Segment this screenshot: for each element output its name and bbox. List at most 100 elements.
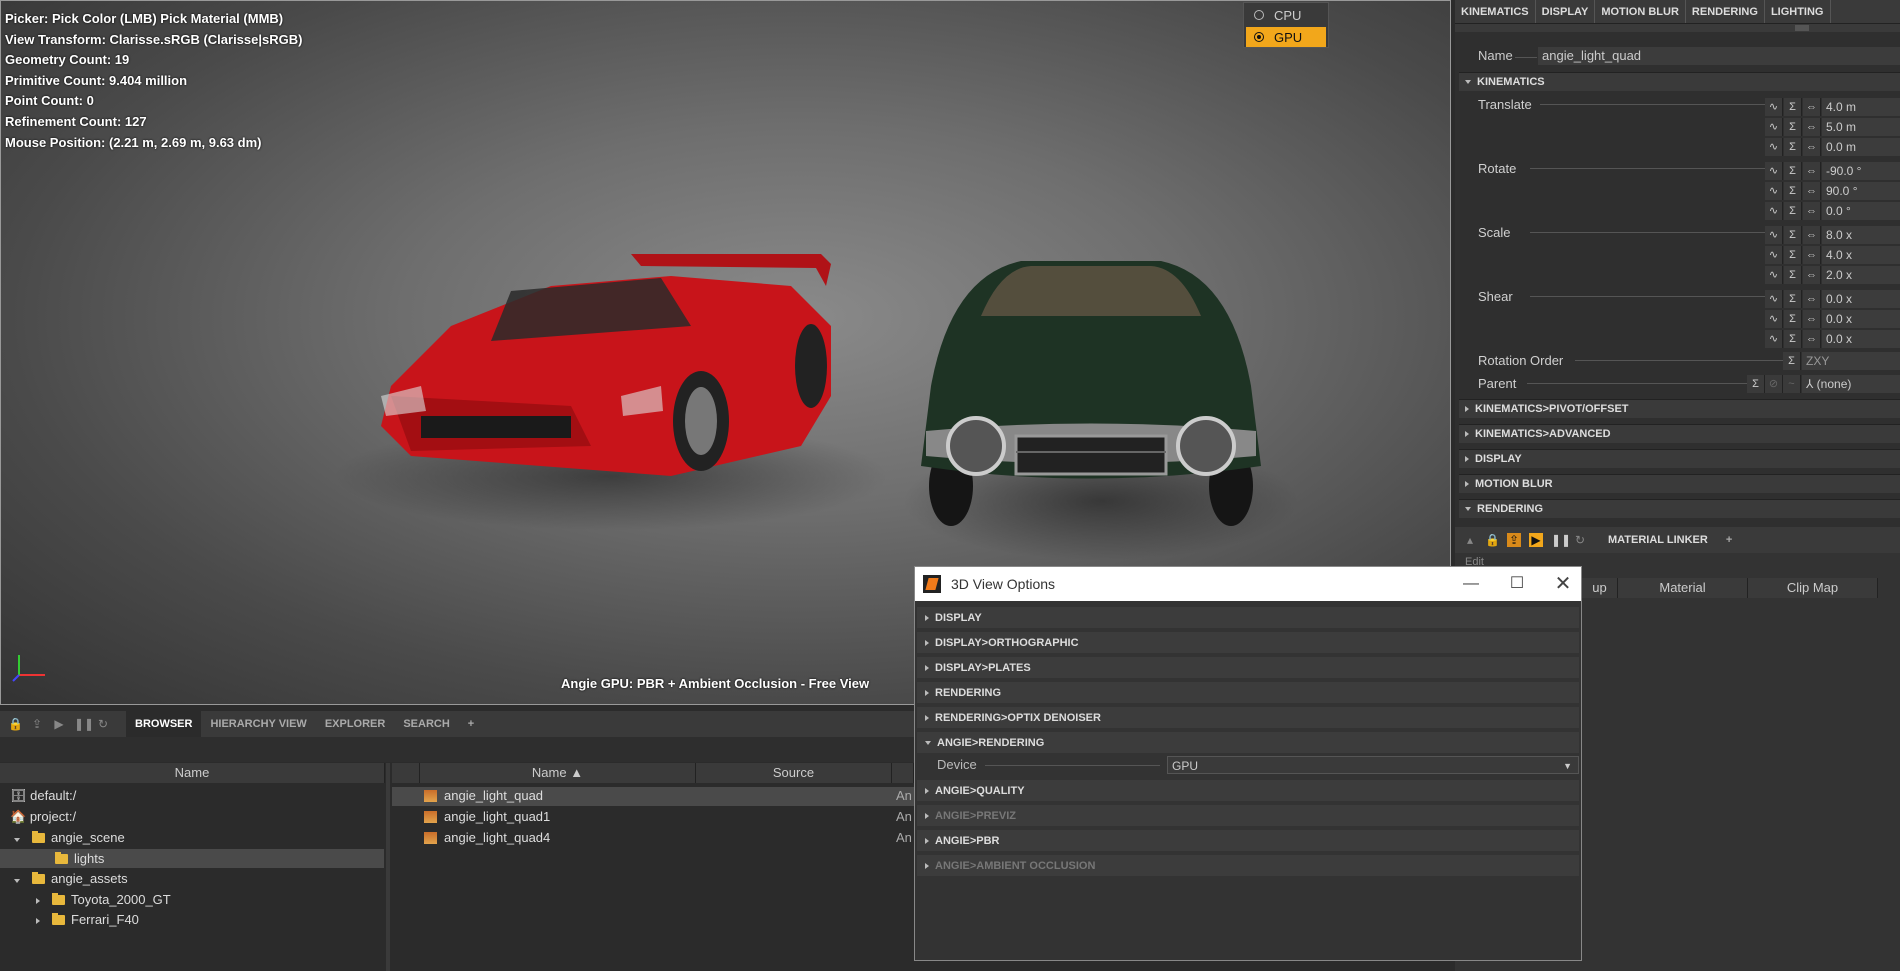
- link-icon[interactable]: ⇔: [1803, 202, 1821, 220]
- sigma-icon[interactable]: Σ: [1784, 246, 1802, 264]
- link-icon[interactable]: ⇔: [1803, 330, 1821, 348]
- refresh-icon[interactable]: ↻: [1573, 533, 1587, 547]
- shear-x-field[interactable]: 0.0 x: [1822, 290, 1900, 308]
- tab-explorer[interactable]: EXPLORER: [316, 711, 395, 737]
- dialog-section[interactable]: ANGIE>PREVIZ: [917, 805, 1579, 826]
- list-column-icon[interactable]: [392, 763, 420, 783]
- curve-icon[interactable]: ∿: [1765, 330, 1783, 348]
- tree-column-name[interactable]: Name: [0, 763, 385, 783]
- sigma-icon[interactable]: Σ: [1784, 330, 1802, 348]
- toyota-2000gt-car[interactable]: [911, 256, 1271, 536]
- section-kinematics-pivot[interactable]: KINEMATICS>PIVOT/OFFSET: [1459, 399, 1900, 418]
- tree-splitter[interactable]: [386, 763, 390, 971]
- column-material[interactable]: Material: [1618, 578, 1748, 598]
- list-column-name[interactable]: Name ▲: [420, 763, 696, 783]
- shear-z-field[interactable]: 0.0 x: [1822, 330, 1900, 348]
- sigma-icon[interactable]: Σ: [1784, 290, 1802, 308]
- dialog-section[interactable]: ANGIE>AMBIENT OCCLUSION: [917, 855, 1579, 876]
- link-icon[interactable]: ⇔: [1803, 266, 1821, 284]
- device-option-gpu[interactable]: GPU: [1246, 27, 1326, 47]
- tree-item-angie-assets[interactable]: angie_assets: [14, 870, 128, 888]
- curve-icon[interactable]: ∿: [1765, 310, 1783, 328]
- device-select[interactable]: GPU ▼: [1167, 756, 1579, 774]
- pause-icon[interactable]: ❚❚: [1551, 533, 1571, 547]
- add-tab-button[interactable]: +: [1717, 527, 1741, 553]
- dialog-section[interactable]: ANGIE>QUALITY: [917, 780, 1579, 801]
- section-motion-blur[interactable]: MOTION BLUR: [1459, 474, 1900, 493]
- tree-item-toyota[interactable]: Toyota_2000_GT: [36, 891, 171, 909]
- play-icon[interactable]: ▶: [52, 717, 66, 731]
- rotate-x-field[interactable]: -90.0 °: [1822, 162, 1900, 180]
- sigma-icon[interactable]: Σ: [1784, 118, 1802, 136]
- tab-search[interactable]: SEARCH: [394, 711, 458, 737]
- rotate-z-field[interactable]: 0.0 °: [1822, 202, 1900, 220]
- link-icon[interactable]: ⇔: [1803, 138, 1821, 156]
- sigma-icon[interactable]: Σ: [1784, 202, 1802, 220]
- tab-motion-blur[interactable]: MOTION BLUR: [1595, 0, 1686, 23]
- tree-item-project[interactable]: 🏠 project:/: [10, 808, 76, 826]
- tab-scroll-handle[interactable]: [1795, 25, 1809, 31]
- curve-icon[interactable]: ∿: [1765, 290, 1783, 308]
- section-rendering[interactable]: RENDERING: [1459, 499, 1900, 518]
- sigma-icon[interactable]: Σ: [1784, 266, 1802, 284]
- sigma-icon[interactable]: Σ: [1784, 226, 1802, 244]
- rotation-order-field[interactable]: ZXY: [1802, 352, 1900, 370]
- section-kinematics-advanced[interactable]: KINEMATICS>ADVANCED: [1459, 424, 1900, 443]
- link-icon[interactable]: ⇔: [1803, 182, 1821, 200]
- link-icon[interactable]: ⇔: [1803, 98, 1821, 116]
- dialog-section[interactable]: ANGIE>RENDERING: [917, 732, 1579, 753]
- tab-display[interactable]: DISPLAY: [1536, 0, 1596, 23]
- translate-x-field[interactable]: 4.0 m: [1822, 98, 1900, 116]
- translate-z-field[interactable]: 0.0 m: [1822, 138, 1900, 156]
- curve-icon[interactable]: ∿: [1765, 118, 1783, 136]
- link-icon[interactable]: ⇔: [1803, 310, 1821, 328]
- curve-icon[interactable]: ∿: [1765, 138, 1783, 156]
- tab-browser[interactable]: BROWSER: [126, 711, 202, 737]
- pause-icon[interactable]: ❚❚: [74, 717, 94, 731]
- maximize-icon[interactable]: ☐: [1497, 573, 1537, 595]
- rotate-y-field[interactable]: 90.0 °: [1822, 182, 1900, 200]
- scale-y-field[interactable]: 4.0 x: [1822, 246, 1900, 264]
- tab-kinematics[interactable]: KINEMATICS: [1455, 0, 1536, 23]
- sigma-icon[interactable]: Σ: [1784, 182, 1802, 200]
- shear-y-field[interactable]: 0.0 x: [1822, 310, 1900, 328]
- import-icon[interactable]: ⇪: [1507, 533, 1521, 547]
- dialog-section[interactable]: RENDERING>OPTIX DENOISER: [917, 707, 1579, 728]
- minimize-icon[interactable]: —: [1451, 573, 1491, 595]
- ferrari-f40-car[interactable]: [371, 246, 841, 516]
- dialog-section[interactable]: DISPLAY>PLATES: [917, 657, 1579, 678]
- curve-icon[interactable]: ∿: [1765, 266, 1783, 284]
- sigma-icon[interactable]: Σ: [1747, 375, 1765, 393]
- add-tab-button[interactable]: +: [459, 711, 483, 737]
- sigma-icon[interactable]: Σ: [1784, 310, 1802, 328]
- dialog-section[interactable]: DISPLAY>ORTHOGRAPHIC: [917, 632, 1579, 653]
- column-clip-map[interactable]: Clip Map: [1748, 578, 1878, 598]
- link-icon[interactable]: ⇔: [1803, 246, 1821, 264]
- scale-z-field[interactable]: 2.0 x: [1822, 266, 1900, 284]
- section-display[interactable]: DISPLAY: [1459, 449, 1900, 468]
- import-icon[interactable]: ⇪: [30, 717, 44, 731]
- tab-lighting[interactable]: LIGHTING: [1765, 0, 1831, 23]
- play-icon[interactable]: ▶: [1529, 533, 1543, 547]
- tab-rendering[interactable]: RENDERING: [1686, 0, 1765, 23]
- dialog-section[interactable]: DISPLAY: [917, 607, 1579, 628]
- link-icon[interactable]: ⇔: [1803, 226, 1821, 244]
- link-icon[interactable]: ⇔: [1803, 162, 1821, 180]
- tree-item-lights[interactable]: lights: [55, 850, 104, 868]
- column-group[interactable]: up: [1582, 578, 1618, 598]
- curve-icon[interactable]: ∿: [1765, 226, 1783, 244]
- link-icon[interactable]: ⇔: [1803, 118, 1821, 136]
- link-icon[interactable]: ⊘: [1765, 375, 1783, 393]
- list-item[interactable]: angie_light_quad: [424, 787, 543, 805]
- curve-icon[interactable]: ∿: [1765, 162, 1783, 180]
- curve-icon[interactable]: ∿: [1765, 246, 1783, 264]
- collapse-arrow-icon[interactable]: ▴: [1463, 533, 1477, 547]
- parent-field[interactable]: ⅄ (none): [1802, 375, 1900, 393]
- translate-y-field[interactable]: 5.0 m: [1822, 118, 1900, 136]
- lock-icon[interactable]: 🔒: [8, 717, 23, 731]
- tab-hierarchy-view[interactable]: HIERARCHY VIEW: [201, 711, 315, 737]
- close-icon[interactable]: ✕: [1543, 573, 1583, 595]
- tab-material-linker[interactable]: MATERIAL LINKER: [1599, 527, 1717, 553]
- list-column-source[interactable]: Source: [696, 763, 892, 783]
- sigma-icon[interactable]: Σ: [1783, 352, 1801, 370]
